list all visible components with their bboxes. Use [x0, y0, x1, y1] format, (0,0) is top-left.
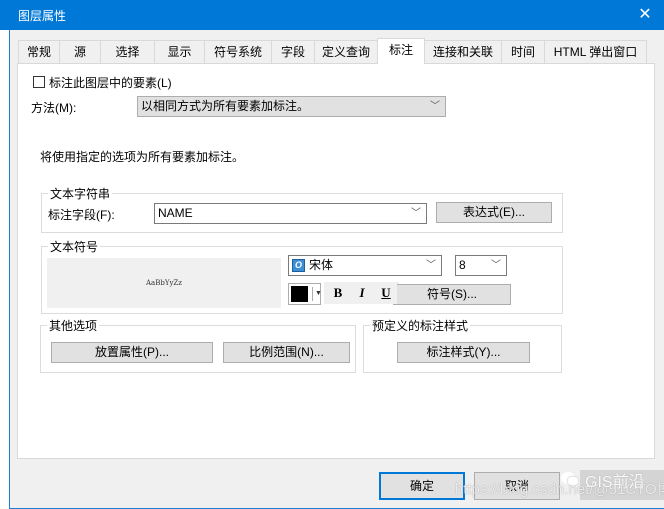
tab-label: HTML 弹出窗口 — [553, 45, 638, 59]
text-symbol-group-title: 文本符号 — [48, 238, 101, 255]
predefined-label-styles-group-title: 预定义的标注样式 — [370, 317, 471, 334]
title-bar: 图层属性 ✕ — [0, 0, 664, 30]
label-features-checkbox-label: 标注此图层中的要素(L) — [49, 76, 172, 90]
close-icon[interactable]: ✕ — [630, 4, 660, 26]
label-features-checkbox[interactable] — [33, 76, 45, 88]
wechat-icon — [561, 472, 580, 487]
method-label: 方法(M): — [31, 101, 77, 115]
method-dropdown[interactable]: 以相同方式为所有要素加标注。 ﹀ — [137, 96, 446, 117]
label-styles-label: 标注样式(Y)... — [426, 345, 501, 359]
tab-label: 符号系统 — [213, 45, 262, 59]
tab-label: 定义查询 — [321, 45, 370, 59]
tab-time[interactable]: 时间 — [501, 40, 545, 63]
tab-joins-relates[interactable]: 连接和关联 — [424, 40, 502, 63]
scale-range-button[interactable]: 比例范围(N)... — [223, 342, 350, 363]
italic-button[interactable]: I — [351, 282, 373, 304]
chevron-down-icon: ﹀ — [491, 260, 501, 271]
symbol-button[interactable]: 符号(S)... — [393, 284, 511, 305]
placement-properties-label: 放置属性(P)... — [95, 345, 169, 359]
ok-button-label: 确定 — [409, 479, 434, 493]
tab-label: 时间 — [510, 45, 535, 59]
symbol-button-label: 符号(S)... — [427, 287, 477, 301]
color-swatch — [291, 286, 308, 302]
tab-symbology[interactable]: 符号系统 — [204, 40, 272, 63]
method-description: 将使用指定的选项为所有要素加标注。 — [40, 150, 245, 164]
bold-icon: B — [333, 285, 343, 300]
expression-button[interactable]: 表达式(E)... — [436, 202, 552, 223]
chevron-down-icon: ﹀ — [426, 260, 436, 271]
other-options-group-title: 其他选项 — [47, 317, 100, 334]
font-dropdown[interactable]: O 宋体 ﹀ — [288, 255, 442, 276]
window-title: 图层属性 — [18, 9, 67, 23]
label-styles-button[interactable]: 标注样式(Y)... — [397, 342, 530, 363]
placement-properties-button[interactable]: 放置属性(P)... — [51, 342, 213, 363]
watermark-brand: GIS前沿 — [585, 474, 645, 491]
underline-button[interactable]: U — [375, 282, 397, 304]
tab-label: 常规 — [26, 45, 51, 59]
label-field-value: NAME — [158, 206, 193, 220]
tab-general[interactable]: 常规 — [18, 40, 60, 63]
tab-display[interactable]: 显示 — [154, 40, 205, 63]
text-string-group-title: 文本字符串 — [48, 185, 113, 202]
label-field-label: 标注字段(F): — [48, 208, 115, 222]
text-symbol-preview: AaBbYyZz — [47, 258, 281, 308]
italic-icon: I — [359, 285, 365, 300]
underline-icon: U — [381, 285, 391, 300]
dropdown-arrow-icon: ▼ — [312, 287, 322, 301]
bold-button[interactable]: B — [327, 282, 349, 304]
tab-label: 连接和关联 — [432, 45, 493, 59]
font-value: 宋体 — [309, 258, 334, 272]
tab-label: 标注 — [388, 43, 413, 57]
tab-label: 字段 — [280, 45, 305, 59]
tab-source[interactable]: 源 — [59, 40, 101, 63]
tab-label: 显示 — [167, 45, 192, 59]
ok-button[interactable]: 确定 — [379, 472, 465, 500]
tab-label: 选择 — [115, 45, 140, 59]
preview-text: AaBbYyZz — [146, 279, 182, 287]
tab-html-popup[interactable]: HTML 弹出窗口 — [544, 40, 647, 63]
tab-selection[interactable]: 选择 — [100, 40, 155, 63]
label-field-dropdown[interactable]: NAME ﹀ — [154, 203, 427, 224]
text-color-picker[interactable]: ▼ — [288, 283, 322, 305]
expression-button-label: 表达式(E)... — [463, 205, 525, 219]
chevron-down-icon: ﹀ — [430, 101, 440, 112]
tab-labels[interactable]: 标注 — [377, 38, 425, 64]
method-value: 以相同方式为所有要素加标注。 — [141, 99, 310, 113]
opentype-font-icon: O — [292, 259, 305, 272]
chevron-down-icon: ﹀ — [411, 208, 421, 219]
tab-definition-query[interactable]: 定义查询 — [314, 40, 378, 63]
tab-label: 源 — [73, 45, 86, 59]
font-size-value: 8 — [459, 258, 466, 272]
font-size-dropdown[interactable]: 8 ﹀ — [455, 255, 507, 276]
scale-range-label: 比例范围(N)... — [249, 345, 324, 359]
tab-fields[interactable]: 字段 — [271, 40, 315, 63]
